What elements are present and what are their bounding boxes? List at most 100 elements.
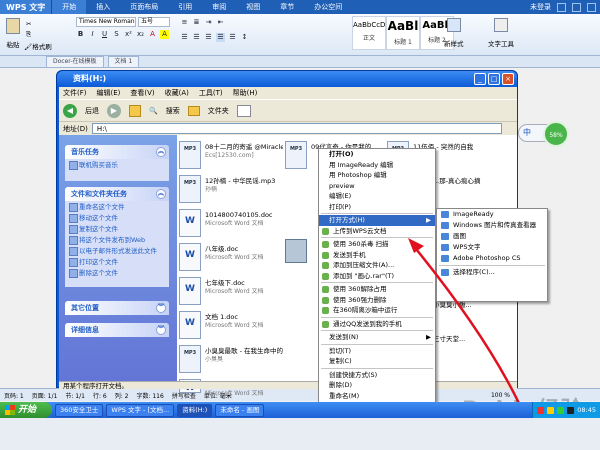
bullets-icon[interactable]: ≡	[180, 18, 189, 27]
network-speed-ball[interactable]: 58%	[543, 121, 569, 147]
font-family-select[interactable]: Times New Roman	[76, 17, 136, 27]
text-tools-button[interactable]: 文字工具	[488, 18, 514, 48]
close-icon[interactable]	[587, 2, 596, 12]
context-menu-item[interactable]: 在360隔离沙箱中运行	[319, 305, 435, 316]
task-link[interactable]: 重命名这个文件	[65, 201, 169, 212]
task-link[interactable]: 以电子邮件形式发送此文件	[65, 245, 169, 256]
style-preset[interactable]: AaBbCcDd 正文	[352, 16, 386, 50]
open-with-item[interactable]: 画图	[437, 231, 547, 242]
back-button[interactable]: 后退	[85, 106, 99, 116]
wps-tab[interactable]: 插入	[86, 0, 120, 14]
wps-tab[interactable]: 章节	[270, 0, 304, 14]
task-link[interactable]: 联机购买音乐	[65, 159, 169, 170]
tray-antivirus-icon[interactable]	[537, 406, 545, 414]
task-link[interactable]: 移动这个文件	[65, 212, 169, 223]
context-menu-item[interactable]: preview	[319, 181, 435, 192]
wps-tab[interactable]: 页面布局	[120, 0, 168, 14]
context-menu-item[interactable]: 添加到 "画心.rar"(T)	[319, 271, 435, 282]
superscript-button[interactable]: x²	[124, 30, 133, 39]
tray-network-icon[interactable]	[557, 406, 565, 414]
user-login-status[interactable]: 未登录	[530, 2, 551, 12]
open-with-item[interactable]: ImageReady	[437, 209, 547, 220]
explorer-menu-item[interactable]: 查看(V)	[130, 87, 154, 99]
taskbar-button[interactable]: 未命名 - 画图	[215, 403, 265, 417]
doc-tab[interactable]: Docer-在线模板	[46, 56, 104, 67]
taskbar-button[interactable]: WPS 文字 - [文档...	[106, 403, 175, 417]
expand-icon[interactable]: ︾	[156, 303, 166, 313]
context-menu-item[interactable]: 编辑(E)	[319, 191, 435, 202]
collapse-icon[interactable]: ︽	[156, 189, 166, 199]
context-menu-item[interactable]: 使用 360解除占用	[319, 284, 435, 295]
distribute-icon[interactable]: ☰	[228, 33, 237, 42]
format-painter-button[interactable]: 🖌格式刷	[24, 41, 52, 51]
underline-button[interactable]: U	[100, 30, 109, 39]
context-menu-item[interactable]: 发送到(N) ▶	[319, 332, 435, 343]
explorer-menu-item[interactable]: 帮助(H)	[233, 87, 258, 99]
maximize-icon[interactable]	[572, 2, 581, 12]
context-menu-item[interactable]: 重命名(M)	[319, 391, 435, 402]
open-with-item[interactable]: WPS文字	[437, 242, 547, 253]
context-menu-item[interactable]: 复制(C)	[319, 356, 435, 367]
context-menu-item[interactable]: 打开(O)	[319, 149, 435, 160]
expand-icon[interactable]: ︾	[156, 325, 166, 335]
align-right-icon[interactable]: ☰	[204, 33, 213, 42]
file-item[interactable]: MP3 12孙楠 - 中华民谣.mp3 孙楠	[179, 175, 283, 211]
align-left-icon[interactable]: ☰	[180, 33, 189, 42]
file-item[interactable]: 八年级.docMicrosoft Word 文档	[179, 243, 283, 279]
search-button[interactable]: 搜索	[166, 106, 180, 116]
explorer-minimize-icon[interactable]: _	[474, 73, 486, 85]
italic-button[interactable]: I	[88, 30, 97, 39]
bold-button[interactable]: B	[76, 30, 85, 39]
new-style-button[interactable]: 新样式	[444, 18, 464, 48]
paste-button[interactable]: 粘贴	[6, 18, 20, 49]
tray-qq-icon[interactable]	[567, 406, 575, 414]
explorer-maximize-icon[interactable]: □	[488, 73, 500, 85]
font-size-select[interactable]: 五号	[138, 17, 170, 27]
taskbar-button[interactable]: 360安全卫士	[55, 403, 104, 417]
context-menu-item[interactable]: 剪切(T)	[319, 346, 435, 357]
wps-tab[interactable]: 办公空间	[304, 0, 352, 14]
clock[interactable]: 08:45	[577, 406, 596, 414]
views-icon[interactable]	[236, 104, 251, 117]
explorer-menu-item[interactable]: 工具(T)	[199, 87, 223, 99]
selected-image-file-icon[interactable]	[285, 239, 307, 263]
align-center-icon[interactable]: ☰	[192, 33, 201, 42]
forward-icon[interactable]: ▶	[107, 103, 121, 118]
context-menu-item[interactable]: 打开方式(H) ▶	[319, 215, 435, 226]
doc-tab[interactable]: 文档 1	[107, 56, 140, 67]
copy-button[interactable]: ⎘	[26, 30, 31, 39]
task-link[interactable]: 复制这个文件	[65, 223, 169, 234]
explorer-close-icon[interactable]: ×	[502, 73, 514, 85]
tray-warning-icon[interactable]	[547, 406, 555, 414]
file-item[interactable]: 七年级下.docMicrosoft Word 文档	[179, 277, 283, 313]
strikethrough-button[interactable]: S	[112, 30, 121, 39]
back-icon[interactable]: ◀	[63, 103, 77, 118]
up-folder-icon[interactable]	[129, 104, 141, 117]
context-menu-item[interactable]: 删除(D)	[319, 380, 435, 391]
task-link[interactable]: 打印这个文件	[65, 256, 169, 267]
file-item[interactable]: MP3 08十二月的寄遥 @Miracles In D...Ecs[12530.c…	[179, 141, 283, 177]
file-item[interactable]: 文档 1.docMicrosoft Word 文档	[179, 311, 283, 347]
justify-icon[interactable]: ☰	[216, 33, 225, 42]
context-menu-item[interactable]: 创建快捷方式(S)	[319, 370, 435, 381]
context-menu-item[interactable]: 添加到压缩文件(A)...	[319, 260, 435, 271]
file-item[interactable]: 1014800740105.docMicrosoft Word 文档	[179, 209, 283, 245]
context-menu-item[interactable]: 使用 360强力删除	[319, 295, 435, 306]
task-link[interactable]: 将这个文件发布到Web	[65, 234, 169, 245]
open-with-item[interactable]: Windows 图片和传真查看器	[437, 220, 547, 231]
context-menu-item[interactable]: 上传到WPS云文档	[319, 226, 435, 237]
style-preset[interactable]: AaBl 标题 1	[386, 16, 420, 50]
taskbar-button[interactable]: 资料(H:)	[177, 403, 213, 417]
wps-tab[interactable]: 开始	[52, 0, 87, 14]
task-link[interactable]: 删除这个文件	[65, 267, 169, 278]
explorer-menu-item[interactable]: 编辑(E)	[97, 87, 121, 99]
numbering-icon[interactable]: ≣	[192, 18, 201, 27]
collapse-icon[interactable]: ︽	[156, 147, 166, 157]
wps-tab[interactable]: 视图	[236, 0, 270, 14]
file-tasks-header[interactable]: 文件和文件夹任务 ︽	[65, 187, 169, 201]
open-with-item[interactable]: 选择程序(C)...	[437, 267, 547, 278]
highlight-button[interactable]: A	[160, 30, 169, 39]
wps-tab[interactable]: 审阅	[202, 0, 236, 14]
explorer-menu-item[interactable]: 收藏(A)	[165, 87, 189, 99]
context-menu-item[interactable]: 发送到手机	[319, 250, 435, 261]
